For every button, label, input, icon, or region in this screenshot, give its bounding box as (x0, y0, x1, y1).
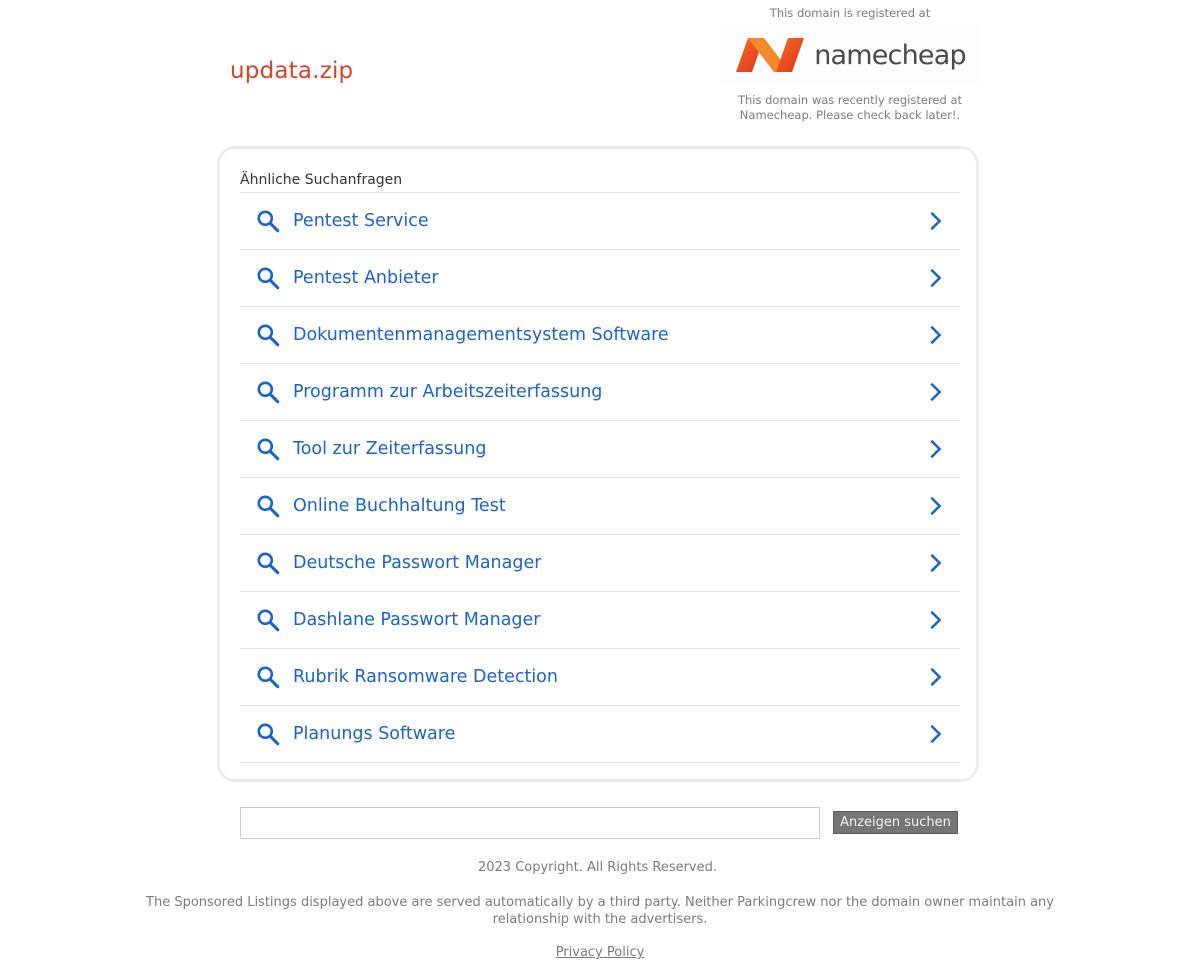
related-search-label: Dashlane Passwort Manager (293, 610, 541, 630)
chevron-right-icon (924, 210, 946, 232)
related-search-label: Deutsche Passwort Manager (293, 553, 542, 573)
namecheap-logo[interactable]: namecheap (720, 26, 980, 84)
registrar-box: This domain is registered at namecheap T… (720, 6, 980, 123)
related-search-label: Planungs Software (293, 724, 456, 744)
chevron-right-icon (924, 324, 946, 346)
namecheap-wordmark: namecheap (814, 39, 966, 71)
chevron-right-icon (924, 381, 946, 403)
search-icon (255, 379, 281, 405)
ad-search-button[interactable]: Anzeigen suchen (833, 811, 958, 834)
domain-title: updata.zip (230, 58, 354, 84)
search-icon (255, 721, 281, 747)
related-search-label: Rubrik Ransomware Detection (293, 667, 558, 687)
related-search-label: Tool zur Zeiterfassung (293, 439, 487, 459)
chevron-right-icon (924, 609, 946, 631)
related-search-label: Programm zur Arbeitszeiterfassung (293, 382, 603, 402)
namecheap-logo-mark (736, 38, 805, 72)
related-searches-panel: Ähnliche Suchanfragen Pentest Service Pe… (217, 146, 979, 782)
search-icon (255, 493, 281, 519)
related-searches-list: Pentest Service Pentest Anbieter Dokumen… (240, 192, 960, 763)
search-icon (255, 265, 281, 291)
related-search-label: Dokumentenmanagementsystem Software (293, 325, 669, 345)
chevron-right-icon (924, 723, 946, 745)
registrar-note: This domain was recently registered at N… (737, 93, 963, 122)
related-search-item[interactable]: Planungs Software (240, 706, 960, 763)
related-search-item[interactable]: Pentest Anbieter (240, 250, 960, 307)
chevron-right-icon (924, 666, 946, 688)
related-search-item[interactable]: Pentest Service (240, 193, 960, 250)
ad-search-input[interactable] (240, 807, 820, 839)
related-search-item[interactable]: Rubrik Ransomware Detection (240, 649, 960, 706)
related-search-label: Pentest Anbieter (293, 268, 439, 288)
chevron-right-icon (924, 438, 946, 460)
related-searches-heading: Ähnliche Suchanfragen (240, 172, 403, 188)
related-search-item[interactable]: Dashlane Passwort Manager (240, 592, 960, 649)
related-search-item[interactable]: Deutsche Passwort Manager (240, 535, 960, 592)
chevron-right-icon (924, 267, 946, 289)
related-search-label: Pentest Service (293, 211, 429, 231)
related-search-label: Online Buchhaltung Test (293, 496, 506, 516)
ad-search-form: Anzeigen suchen (240, 807, 960, 839)
related-search-item[interactable]: Online Buchhaltung Test (240, 478, 960, 535)
privacy-policy-container: Privacy Policy (0, 945, 1200, 960)
related-search-item[interactable]: Dokumentenmanagementsystem Software (240, 307, 960, 364)
related-search-item[interactable]: Tool zur Zeiterfassung (240, 421, 960, 478)
search-icon (255, 436, 281, 462)
copyright-text: 2023 Copyright. All Rights Reserved. (477, 860, 718, 875)
chevron-right-icon (924, 495, 946, 517)
search-icon (255, 550, 281, 576)
search-icon (255, 664, 281, 690)
registrar-intro: This domain is registered at (769, 6, 931, 20)
sponsored-disclaimer: The Sponsored Listings displayed above a… (146, 895, 1054, 927)
search-icon (255, 208, 281, 234)
privacy-policy-link[interactable]: Privacy Policy (556, 945, 645, 960)
chevron-right-icon (924, 552, 946, 574)
search-icon (255, 322, 281, 348)
related-search-item[interactable]: Programm zur Arbeitszeiterfassung (240, 364, 960, 421)
search-icon (255, 607, 281, 633)
